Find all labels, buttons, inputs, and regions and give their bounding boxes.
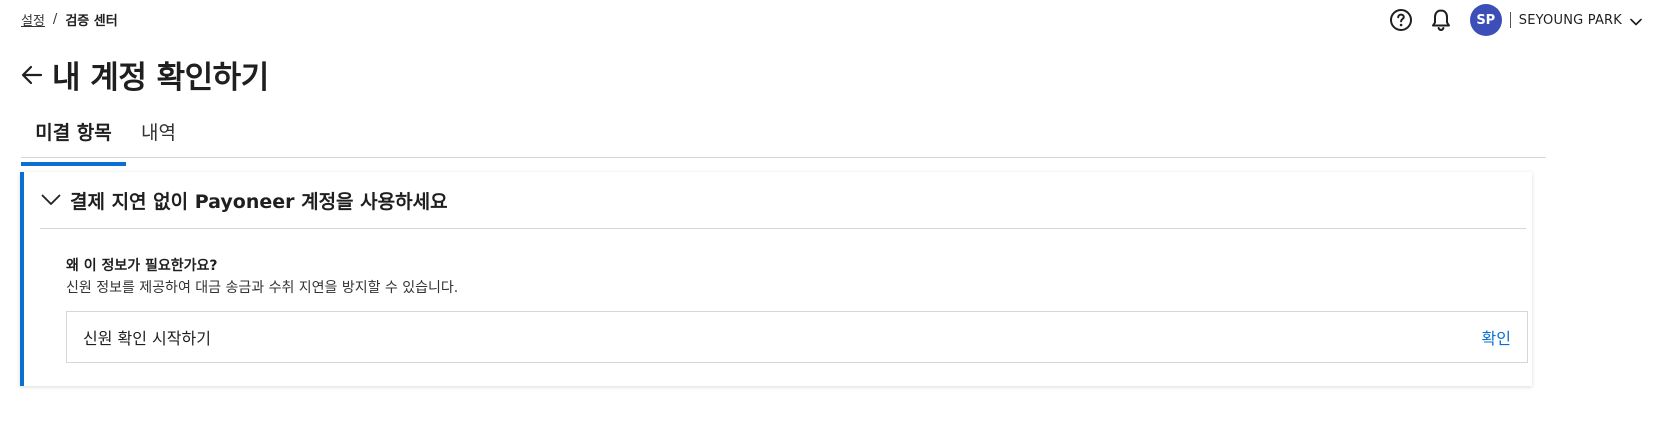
breadcrumb-link-settings[interactable]: 설정 — [21, 10, 45, 29]
why-title: 왜 이 정보가 필요한가요? — [66, 258, 218, 274]
breadcrumb: 설정 / 검증 센터 — [21, 10, 118, 29]
user-divider — [1509, 12, 1511, 28]
card-divider — [40, 228, 1526, 229]
breadcrumb-current: 검증 센터 — [65, 14, 118, 29]
user-menu[interactable]: SEYOUNG PARK — [1519, 11, 1642, 30]
bell-icon[interactable] — [1428, 7, 1454, 33]
why-description: 신원 정보를 제공하여 대금 송금과 수취 지연을 방지할 수 있습니다. — [66, 280, 459, 296]
breadcrumb-separator: / — [52, 12, 58, 27]
tab-pending-items[interactable]: 미결 항목 — [21, 118, 126, 166]
verification-action-row[interactable]: 신원 확인 시작하기 확인 — [66, 311, 1528, 363]
chevron-down-icon — [40, 189, 62, 211]
chevron-down-icon — [1630, 11, 1642, 30]
avatar[interactable]: SP — [1469, 4, 1502, 36]
card-header-toggle[interactable]: 결제 지연 없이 Payoneer 계정을 사용하세요 — [24, 172, 1532, 228]
tab-bar: 미결 항목 내역 — [21, 112, 1546, 166]
user-name: SEYOUNG PARK — [1518, 12, 1622, 28]
arrow-left-icon[interactable] — [19, 62, 45, 88]
action-label: 신원 확인 시작하기 — [83, 329, 211, 348]
confirm-link[interactable]: 확인 — [1482, 325, 1511, 349]
card-title: 결제 지연 없이 Payoneer 계정을 사용하세요 — [70, 190, 448, 213]
verification-card: 결제 지연 없이 Payoneer 계정을 사용하세요 왜 이 정보가 필요한가… — [20, 172, 1532, 386]
page-header: 내 계정 확인하기 — [19, 52, 269, 97]
header-toolbar: SP SEYOUNG PARK — [1374, 4, 1642, 36]
help-icon[interactable] — [1388, 7, 1414, 33]
tab-history[interactable]: 내역 — [141, 118, 176, 159]
page-title: 내 계정 확인하기 — [52, 60, 269, 96]
